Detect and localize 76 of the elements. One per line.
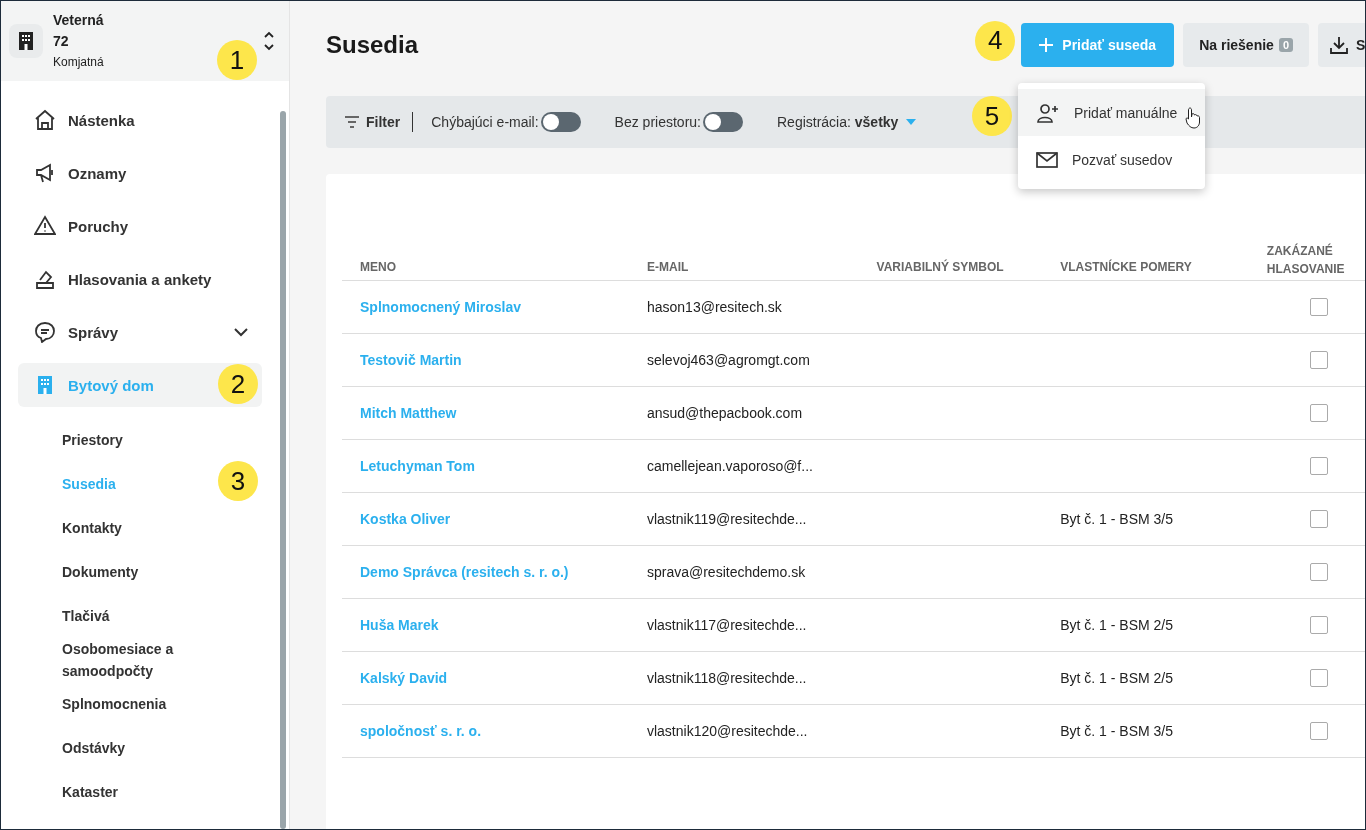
pending-button[interactable]: Na riešenie 0 [1183, 22, 1309, 67]
email-cell: ansud@thepacbook.com [646, 405, 803, 421]
building-street: Veterná [53, 11, 104, 30]
megaphone-icon [34, 162, 56, 184]
column-header: VLASTNÍCKE POMERY [1042, 224, 1249, 281]
warning-icon [34, 215, 56, 237]
subnav-item[interactable]: Osobomesiace a samoodpočty [18, 638, 222, 682]
nav-item[interactable]: Poruchy [18, 204, 262, 248]
email-cell: hason13@resitech.sk [646, 299, 782, 315]
subnav-item[interactable]: Kontakty [18, 506, 222, 550]
registration-filter[interactable]: Registrácia: všetky [777, 114, 917, 130]
filter-icon [344, 115, 360, 129]
chat-icon [34, 321, 56, 343]
subnav-item[interactable]: Dokumenty [18, 550, 222, 594]
building-switcher[interactable]: Veterná 72 Komjatná 1 [1, 1, 289, 81]
checkbox[interactable] [1309, 510, 1328, 529]
column-header: VARIABILNÝ SYMBOL [858, 224, 1043, 281]
plus-icon [1039, 37, 1054, 52]
subnav-item[interactable]: Priestory [18, 418, 222, 462]
callout-marker: 1 [217, 40, 257, 80]
email-cell: vlastnik119@resitechde... [646, 511, 807, 527]
download-icon [1330, 35, 1348, 54]
vote-icon [34, 268, 56, 290]
checkbox[interactable] [1309, 298, 1328, 317]
nav-item[interactable]: Hlasovania a ankety [18, 257, 262, 301]
checkbox[interactable] [1309, 616, 1328, 635]
email-cell: selevoj463@agromgt.com [646, 352, 810, 368]
nav-item[interactable]: Nástenka [18, 98, 262, 142]
caret-icon [906, 119, 917, 125]
toggle-label: Chýbajúci e-mail: [431, 114, 539, 130]
page-title: Susedia [326, 30, 419, 60]
expand-collapse-icon [263, 30, 275, 52]
subnav-item[interactable]: Odstávky [18, 726, 222, 770]
email-cell: vlastnik118@resitechde... [646, 670, 807, 686]
mail-icon [1036, 151, 1058, 168]
email-cell: vlastnik120@resitechde... [646, 723, 808, 739]
chevron-down-icon [234, 327, 248, 337]
scrollbar[interactable] [280, 111, 286, 829]
ownership-cell: Byt č. 1 - BSM 3/5 [1060, 723, 1174, 739]
checkbox[interactable] [1309, 563, 1328, 582]
callout-marker: 3 [218, 461, 258, 501]
nav-item[interactable]: Správy [18, 310, 262, 354]
home-icon [34, 109, 56, 131]
ownership-cell: Byt č. 1 - BSM 2/5 [1060, 670, 1174, 686]
callout-marker: 5 [972, 96, 1012, 136]
toggle-switch[interactable] [540, 112, 581, 132]
building-icon [9, 24, 43, 58]
column-header: E-MAIL [628, 224, 859, 281]
checkbox[interactable] [1309, 404, 1328, 423]
column-header: MENO [342, 224, 629, 281]
checkbox[interactable] [1309, 457, 1328, 476]
count-badge: 0 [1278, 37, 1293, 52]
toggle-switch[interactable] [703, 112, 743, 132]
export-button[interactable]: S [1318, 22, 1365, 67]
subnav-item[interactable]: Kataster [18, 770, 222, 814]
building-city: Komjatná [53, 54, 104, 71]
menu-item[interactable]: Pozvať susedov [1018, 136, 1205, 183]
checkbox[interactable] [1309, 669, 1328, 688]
ownership-cell: Byt č. 1 - BSM 3/5 [1060, 511, 1174, 527]
email-cell: sprava@resitechdemo.sk [646, 564, 806, 580]
subnav-item[interactable]: Tlačivá [18, 594, 222, 638]
checkbox[interactable] [1309, 722, 1328, 741]
email-cell: vlastnik117@resitechde... [646, 617, 807, 633]
subnav-item[interactable]: Splnomocnenia [18, 682, 222, 726]
user-plus-icon [1036, 102, 1060, 123]
building-number: 72 [53, 32, 70, 51]
column-header: ZAKÁZANÉ HLASOVANIE [1248, 224, 1365, 281]
filter-button[interactable]: Filter [344, 114, 401, 130]
hand-cursor-icon [1185, 107, 1201, 129]
callout-marker: 4 [975, 20, 1016, 61]
menu-item[interactable]: Pridať manuálne [1018, 89, 1205, 136]
email-cell: camellejean.vaporoso@f... [646, 458, 813, 474]
ownership-cell: Byt č. 1 - BSM 2/5 [1060, 617, 1174, 633]
checkbox[interactable] [1309, 351, 1328, 370]
nav-item[interactable]: Oznamy [18, 151, 262, 195]
toggle-label: Bez priestoru: [614, 114, 701, 130]
